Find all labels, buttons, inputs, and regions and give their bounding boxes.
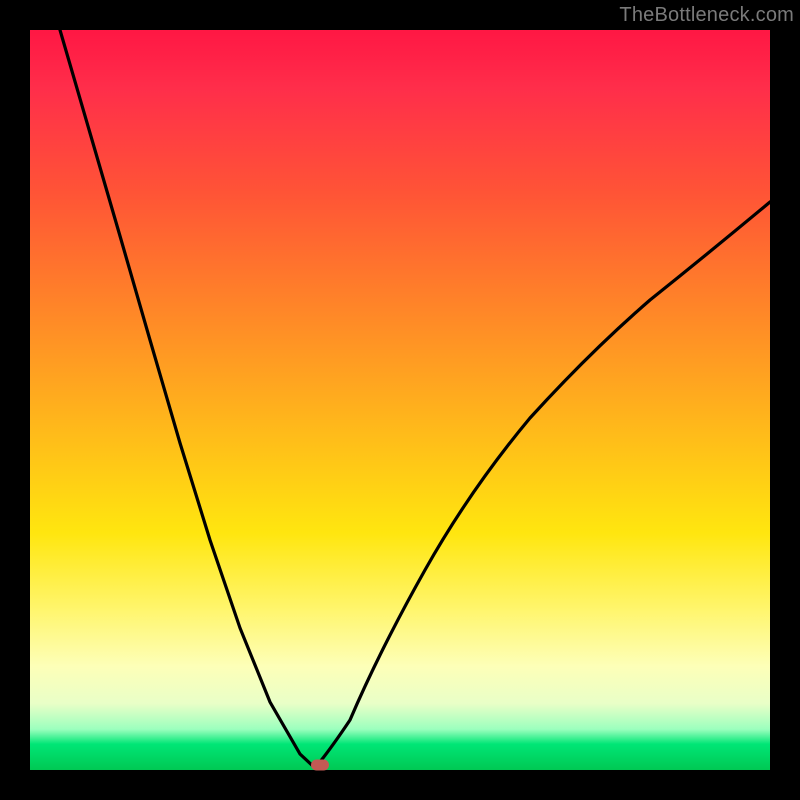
optimum-marker [311,759,329,770]
curve-right-branch [315,202,770,768]
chart-plot-area [30,30,770,770]
watermark-text: TheBottleneck.com [619,4,794,27]
curve-left-branch [60,30,315,768]
bottleneck-curve [30,30,770,770]
